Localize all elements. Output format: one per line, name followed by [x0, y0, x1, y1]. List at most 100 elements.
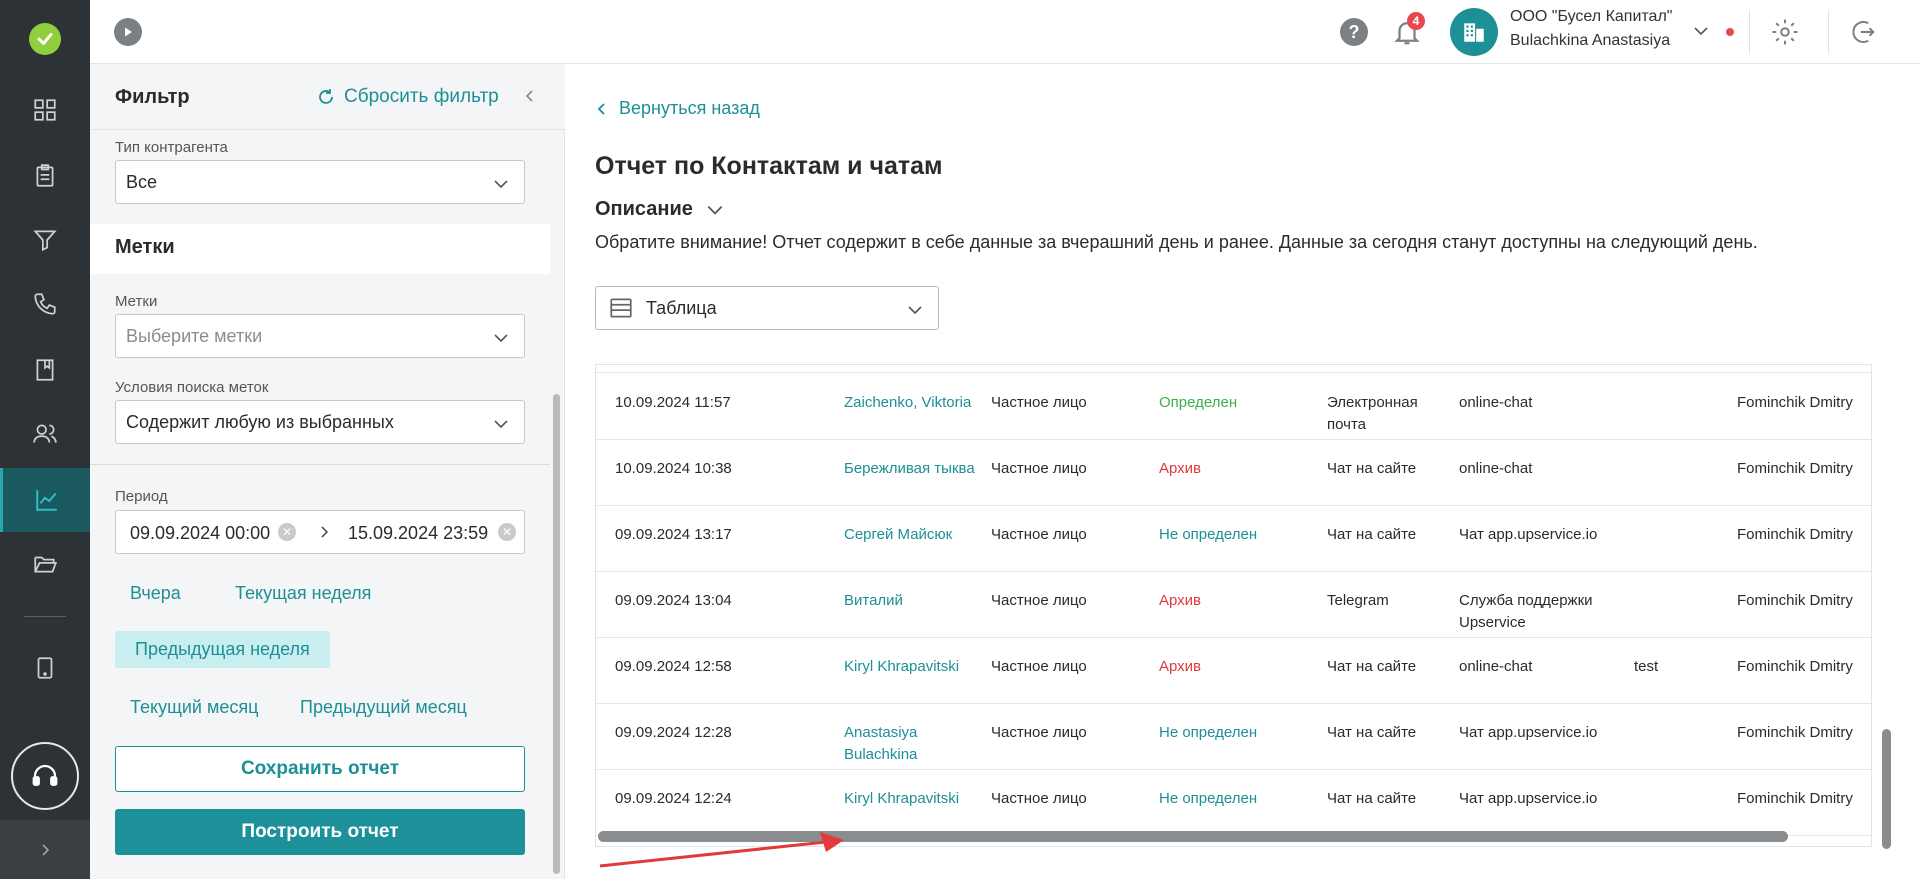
cell-contact-type: Частное лицо [991, 526, 1087, 543]
cell-source: Служба поддержки Upservice [1459, 592, 1593, 631]
main-content: Вернуться назад Отчет по Контактам и чат… [565, 64, 1920, 879]
cell-responsible: Fominchik Dmitry [1737, 526, 1853, 543]
cell-contact-type: Частное лицо [991, 724, 1087, 741]
user-name[interactable]: Bulachkina Anastasiya [1510, 32, 1670, 50]
reset-filter-button[interactable]: Сбросить фильтр [316, 86, 499, 108]
sidebar-item-contacts[interactable] [0, 402, 90, 466]
chart-icon [35, 490, 57, 511]
sidebar-item-mobile[interactable] [0, 636, 90, 700]
table-row[interactable]: 09.09.2024 12:58 Kiryl Khrapavitski Частно… [596, 638, 1871, 704]
cell-channel: Telegram [1327, 592, 1389, 609]
status-dot [1726, 28, 1734, 36]
cell-contact-name[interactable]: Сергей Майсюк [844, 524, 984, 546]
build-report-button[interactable]: Построить отчет [115, 809, 525, 855]
chevron-down-icon [494, 180, 508, 189]
cell-contact-name[interactable]: Kiryl Khrapavitski [844, 656, 984, 678]
play-icon[interactable] [114, 18, 142, 46]
sidebar-item-calls[interactable] [0, 272, 90, 336]
cell-contact-type: Частное лицо [991, 790, 1087, 807]
collapse-panel-icon[interactable] [522, 88, 538, 104]
view-mode-value: Таблица [646, 297, 717, 318]
rail-divider [24, 616, 66, 617]
table-header-edge [596, 365, 1871, 373]
sidebar-item-funnel[interactable] [0, 208, 90, 272]
chevron-down-icon[interactable] [1692, 22, 1710, 40]
cell-contact-type: Частное лицо [991, 394, 1087, 411]
gear-icon[interactable] [1770, 17, 1800, 47]
expand-sidebar-button[interactable] [0, 820, 90, 879]
cell-channel: Электронная почта [1327, 394, 1418, 433]
sidebar-item-folders[interactable] [0, 532, 90, 596]
divider [1749, 10, 1750, 54]
cell-responsible: Fominchik Dmitry [1737, 724, 1853, 741]
sidebar-item-bookmarks[interactable] [0, 338, 90, 402]
filter-header: Фильтр Сбросить фильтр [90, 64, 565, 130]
tag-condition-label: Условия поиска меток [115, 379, 269, 396]
cell-source: online-chat [1459, 658, 1533, 675]
cell-channel: Чат на сайте [1327, 658, 1417, 675]
table-row[interactable]: 09.09.2024 12:24 Kiryl Khrapavitski Частно… [596, 770, 1871, 836]
clipboard-icon [36, 164, 54, 187]
clear-to-icon[interactable]: ✕ [498, 523, 516, 541]
page-title: Отчет по Контактам и чатам [595, 152, 943, 180]
back-link[interactable]: Вернуться назад [595, 98, 760, 119]
chevron-down-icon [494, 334, 508, 343]
users-icon [33, 424, 57, 443]
cell-channel: Чат на сайте [1327, 724, 1417, 741]
save-report-button[interactable]: Сохранить отчет [115, 746, 525, 792]
table-row[interactable]: 10.09.2024 10:38 Бережливая тыква Частное … [596, 440, 1871, 506]
contractor-type-select[interactable]: Все [115, 160, 525, 204]
cell-contact-name[interactable]: Виталий [844, 590, 984, 612]
cell-source: Чат app.upservice.io [1459, 790, 1598, 807]
cell-date: 09.09.2024 13:04 [615, 592, 732, 609]
quick-this-month[interactable]: Текущий месяц [110, 689, 278, 726]
cell-contact-name[interactable]: Бережливая тыква [844, 458, 984, 480]
vertical-scrollbar[interactable] [1882, 729, 1891, 849]
tag-condition-select[interactable]: Содержит любую из выбранных [115, 400, 525, 444]
period-from-input[interactable]: 09.09.2024 00:00 [130, 523, 270, 544]
quick-prev-week[interactable]: Предыдущая неделя [115, 631, 330, 668]
table-row[interactable]: 09.09.2024 13:17 Сергей Майсюк Частное лиц… [596, 506, 1871, 572]
table-row[interactable]: 09.09.2024 12:28 Anastasiya Bulachkina Час… [596, 704, 1871, 770]
period-to-input[interactable]: 15.09.2024 23:59 [348, 523, 488, 544]
filter-scrollbar[interactable] [553, 394, 560, 874]
cell-contact-name[interactable]: Anastasiya Bulachkina [844, 722, 984, 766]
refresh-icon [319, 89, 333, 104]
clear-from-icon[interactable]: ✕ [278, 523, 296, 541]
cell-date: 09.09.2024 12:24 [615, 790, 732, 807]
tags-select[interactable]: Выберите метки [115, 314, 525, 358]
cell-tag: test [1634, 658, 1659, 675]
table-row[interactable]: 10.09.2024 11:57 Zaichenko, Viktoria Частн… [596, 374, 1871, 440]
table-row[interactable]: 09.09.2024 13:04 Виталий Частное лицо Архив… [596, 572, 1871, 638]
quick-this-week[interactable]: Текущая неделя [215, 575, 391, 612]
description-toggle[interactable]: Описание [595, 198, 725, 221]
chevron-right-icon [42, 843, 50, 856]
cell-contact-type: Частное лицо [991, 460, 1087, 477]
support-button[interactable] [11, 742, 79, 810]
help-icon[interactable]: ? [1340, 18, 1368, 46]
chevron-right-icon [321, 526, 329, 538]
cell-contact-name[interactable]: Kiryl Khrapavitski [844, 788, 984, 810]
app-logo-icon[interactable] [29, 23, 61, 55]
sidebar-item-dashboard[interactable] [0, 78, 90, 142]
tags-section-title: Метки [115, 236, 175, 258]
company-avatar[interactable] [1450, 8, 1498, 56]
cell-contact-name[interactable]: Zaichenko, Viktoria [844, 392, 984, 414]
folder-icon [34, 556, 58, 573]
cell-date: 09.09.2024 13:17 [615, 526, 732, 543]
quick-prev-month[interactable]: Предыдущий месяц [280, 689, 487, 726]
description-label: Описание [595, 198, 693, 220]
cell-date: 09.09.2024 12:28 [615, 724, 732, 741]
sidebar-item-reports[interactable] [0, 468, 90, 532]
notice-text: Обратите внимание! Отчет содержит в себе… [595, 232, 1758, 252]
quick-yesterday[interactable]: Вчера [110, 575, 201, 612]
company-name[interactable]: ООО "Бусел Капитал" [1510, 8, 1672, 26]
sidebar-item-documents[interactable] [0, 144, 90, 208]
table-icon [610, 298, 632, 318]
filter-panel: Фильтр Сбросить фильтр Тип контрагента В… [90, 64, 565, 879]
view-mode-select[interactable]: Таблица [595, 286, 939, 330]
logout-icon[interactable] [1847, 17, 1877, 47]
cell-source: Чат app.upservice.io [1459, 526, 1598, 543]
chevron-left-icon [597, 102, 605, 115]
cell-date: 09.09.2024 12:58 [615, 658, 732, 675]
